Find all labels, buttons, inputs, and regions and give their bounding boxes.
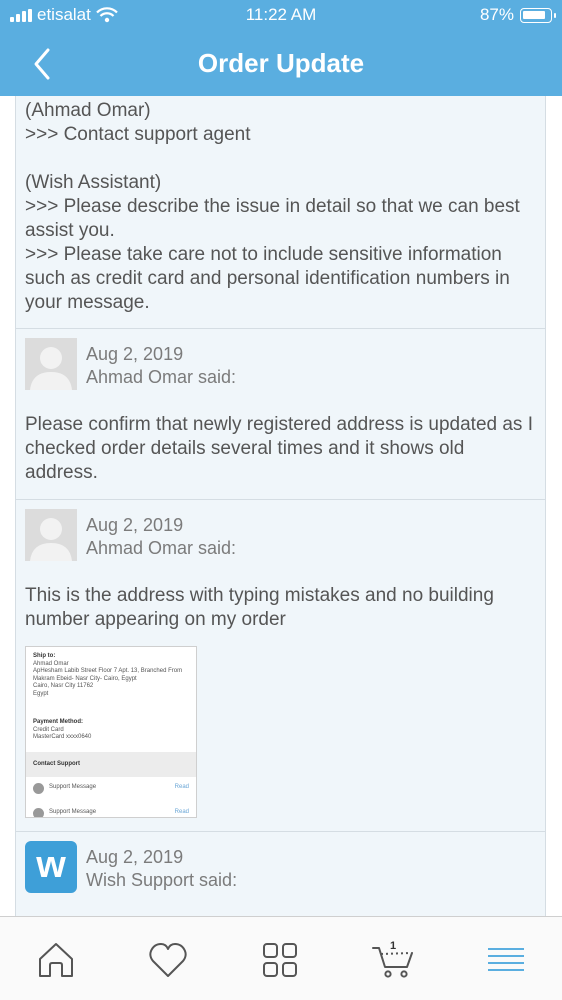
- message-author: Ahmad Omar said:: [86, 538, 237, 558]
- tab-wishlist[interactable]: [143, 935, 193, 985]
- battery-icon: [520, 7, 556, 23]
- user-placeholder-icon: [30, 347, 72, 390]
- message-meta: Aug 2, 2019 Ahmad Omar said:: [86, 514, 236, 560]
- message-body: Please confirm that newly registered add…: [25, 413, 537, 485]
- tab-cart[interactable]: 1: [369, 935, 419, 985]
- payment-label: Payment Method:: [33, 719, 84, 725]
- message-text: This is the address with typing mistakes…: [25, 585, 494, 630]
- ship-line: Makram Ebeid- Nasr City- Cairo, Egypt: [33, 675, 137, 682]
- ship-to-label: Ship to:: [33, 653, 56, 659]
- payment-type: Credit Card: [33, 726, 64, 733]
- message-author: Ahmad Omar said:: [86, 367, 237, 387]
- message-date: Aug 2, 2019: [86, 515, 184, 535]
- message-line: >>> Please describe the issue in detail …: [25, 196, 520, 241]
- ship-line: Egypt: [33, 690, 49, 697]
- message-date: Aug 2, 2019: [86, 344, 184, 364]
- avatar-icon: [33, 807, 44, 817]
- ship-name: Ahmad Omar: [33, 660, 69, 667]
- tab-menu[interactable]: [481, 935, 531, 985]
- wish-logo: w: [25, 841, 77, 893]
- ship-line: ApHesham Labib Street Floor 7 Apt. 13, B…: [33, 668, 183, 674]
- ship-to-section: Ship to: Ahmad Omar ApHesham Labib Stree…: [33, 653, 182, 698]
- message-line: (Ahmad Omar): [25, 100, 151, 121]
- support-message-label: Support Message: [49, 809, 97, 816]
- menu-icon: [488, 948, 524, 971]
- attachment-image[interactable]: Ship to: Ahmad Omar ApHesham Labib Stree…: [25, 646, 197, 818]
- message-line: >>> Contact support agent: [25, 124, 251, 145]
- avatar: [25, 509, 77, 561]
- tab-home[interactable]: [31, 935, 81, 985]
- contact-support-label: Contact Support: [33, 761, 80, 767]
- message-author: Wish Support said:: [86, 870, 238, 890]
- read-label: Read: [174, 809, 189, 816]
- message-body: (Ahmad Omar) >>> Contact support agent (…: [25, 99, 537, 315]
- ship-line: Cairo, Nasr City 11762: [33, 683, 94, 689]
- top-bar: etisalat 11:22 AM 87% Order Update: [0, 0, 562, 96]
- message-line: (Wish Assistant): [25, 172, 162, 193]
- message-list[interactable]: (Ahmad Omar) >>> Contact support agent (…: [0, 96, 562, 916]
- battery-percent: 87%: [479, 5, 514, 24]
- home-icon: [39, 943, 73, 977]
- status-time: 11:22 AM: [245, 5, 317, 24]
- nav-bar: Order Update: [0, 36, 562, 92]
- support-message-label: Support Message: [49, 784, 97, 791]
- read-label: Read: [174, 784, 189, 791]
- message-meta: Aug 2, 2019 Wish Support said:: [86, 846, 237, 892]
- message-body: This is the address with typing mistakes…: [25, 584, 537, 632]
- grid-icon: [263, 943, 297, 977]
- payment-card: MasterCard xxxx0640: [33, 734, 92, 740]
- message-meta: Aug 2, 2019 Ahmad Omar said:: [86, 343, 236, 389]
- message-line: >>> Please take care not to include sens…: [25, 244, 510, 313]
- contact-support-bar: Contact Support: [26, 752, 196, 777]
- user-placeholder-icon: [30, 518, 72, 561]
- message-line: [25, 147, 537, 171]
- tab-bar: 1: [0, 916, 562, 1000]
- cart-count-badge: 1: [390, 940, 397, 952]
- support-row: Support Message Read: [33, 782, 189, 794]
- message-card: Aug 2, 2019 Ahmad Omar said: This is the…: [15, 499, 546, 832]
- message-card: Aug 2, 2019 Ahmad Omar said: Please conf…: [15, 328, 546, 500]
- message-card: (Ahmad Omar) >>> Contact support agent (…: [15, 96, 546, 329]
- avatar-icon: [33, 782, 44, 794]
- battery-indicator: 87%: [479, 5, 556, 25]
- tab-categories[interactable]: [255, 935, 305, 985]
- status-bar: etisalat 11:22 AM 87%: [0, 0, 562, 32]
- message-card: w Aug 2, 2019 Wish Support said:: [15, 831, 546, 916]
- avatar: [25, 338, 77, 390]
- message-date: Aug 2, 2019: [86, 847, 184, 867]
- message-text: Please confirm that newly registered add…: [25, 414, 533, 483]
- payment-section: Payment Method: Credit Card MasterCard x…: [33, 719, 91, 742]
- heart-icon: [149, 943, 187, 977]
- support-row: Support Message Read: [33, 807, 189, 817]
- page-title: Order Update: [197, 48, 365, 78]
